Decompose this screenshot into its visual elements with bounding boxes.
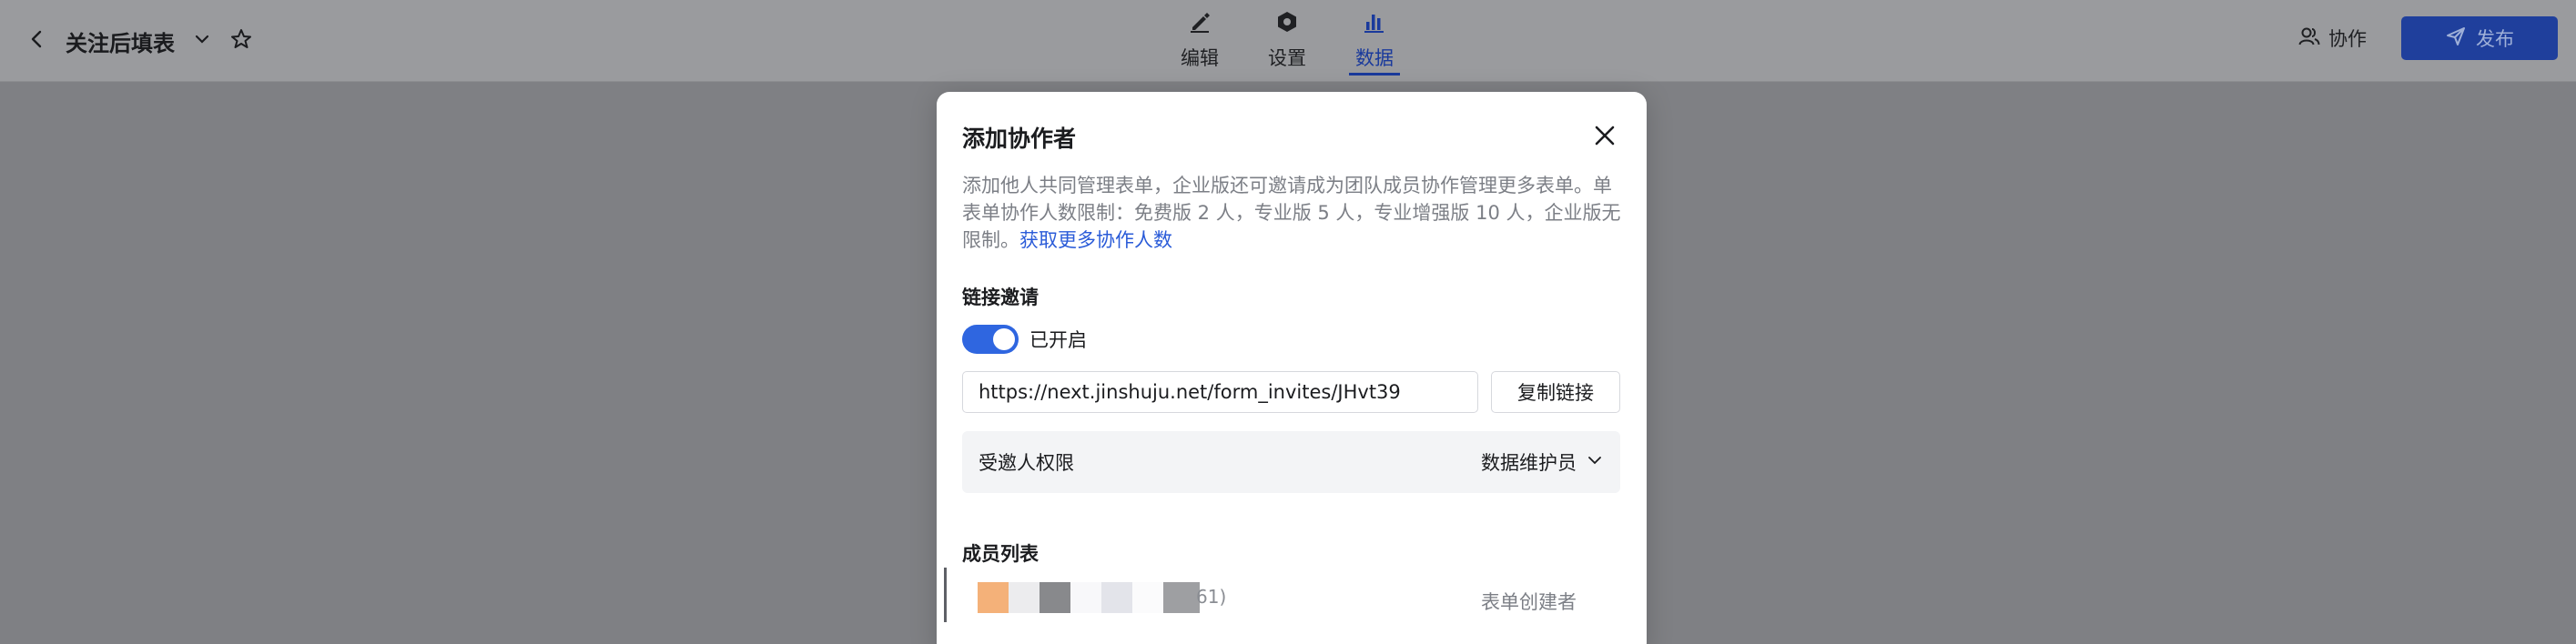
- member-id-fragment: 61): [1196, 586, 1227, 608]
- member-row-indicator: [944, 568, 947, 622]
- copy-link-button[interactable]: 复制链接: [1491, 371, 1620, 413]
- header-right: 协作 发布: [2297, 16, 2558, 60]
- tab-settings[interactable]: 设置: [1262, 9, 1313, 75]
- bar-chart-icon: [1362, 9, 1387, 38]
- member-list-item: 61) 表单创建者: [944, 568, 1620, 622]
- send-icon: [2445, 25, 2467, 52]
- avatar: [978, 582, 1200, 613]
- chevron-down-icon[interactable]: [193, 30, 211, 52]
- permission-value: 数据维护员: [1481, 452, 1577, 474]
- modal-title: 添加协作者: [962, 126, 1077, 152]
- permission-select[interactable]: 数据维护员: [1481, 448, 1604, 476]
- top-header: 关注后填表 编辑 设置 数据 协作 发布: [0, 0, 2576, 82]
- settings-hex-icon: [1274, 9, 1300, 38]
- permission-label: 受邀人权限: [979, 452, 1074, 474]
- users-icon: [2297, 25, 2321, 53]
- star-icon[interactable]: [229, 27, 253, 55]
- toggle-status-label: 已开启: [1029, 329, 1087, 351]
- collaborate-button[interactable]: 协作: [2297, 25, 2367, 53]
- tab-data[interactable]: 数据: [1349, 9, 1400, 75]
- collaborate-label: 协作: [2328, 28, 2367, 50]
- publish-button[interactable]: 发布: [2401, 16, 2558, 60]
- member-role: 表单创建者: [1481, 591, 1577, 613]
- close-icon[interactable]: [1592, 123, 1618, 148]
- tab-settings-label: 设置: [1268, 47, 1306, 69]
- pen-icon: [1187, 9, 1212, 38]
- tab-edit[interactable]: 编辑: [1174, 9, 1225, 75]
- invite-link-toggle[interactable]: [962, 325, 1019, 354]
- back-arrow-icon[interactable]: [27, 29, 47, 53]
- publish-label: 发布: [2476, 28, 2514, 50]
- member-list-title: 成员列表: [962, 543, 1039, 565]
- modal-description: 添加他人共同管理表单，企业版还可邀请成为团队成员协作管理更多表单。单表单协作人数…: [962, 172, 1627, 254]
- more-collaborators-link[interactable]: 获取更多协作人数: [1019, 229, 1172, 251]
- invite-toggle-row: 已开启: [962, 325, 1087, 354]
- invitee-permission-row[interactable]: 受邀人权限 数据维护员: [962, 431, 1620, 493]
- header-tabs: 编辑 设置 数据: [1174, 9, 1400, 75]
- add-collaborator-modal: 添加协作者 添加他人共同管理表单，企业版还可邀请成为团队成员协作管理更多表单。单…: [937, 92, 1647, 644]
- tab-data-label: 数据: [1355, 47, 1394, 69]
- header-left: 关注后填表: [27, 20, 253, 62]
- link-invite-title: 链接邀请: [962, 287, 1039, 308]
- tab-edit-label: 编辑: [1181, 47, 1219, 69]
- invite-url-input[interactable]: [962, 371, 1478, 413]
- form-title[interactable]: 关注后填表: [66, 25, 175, 57]
- chevron-down-icon: [1586, 451, 1604, 474]
